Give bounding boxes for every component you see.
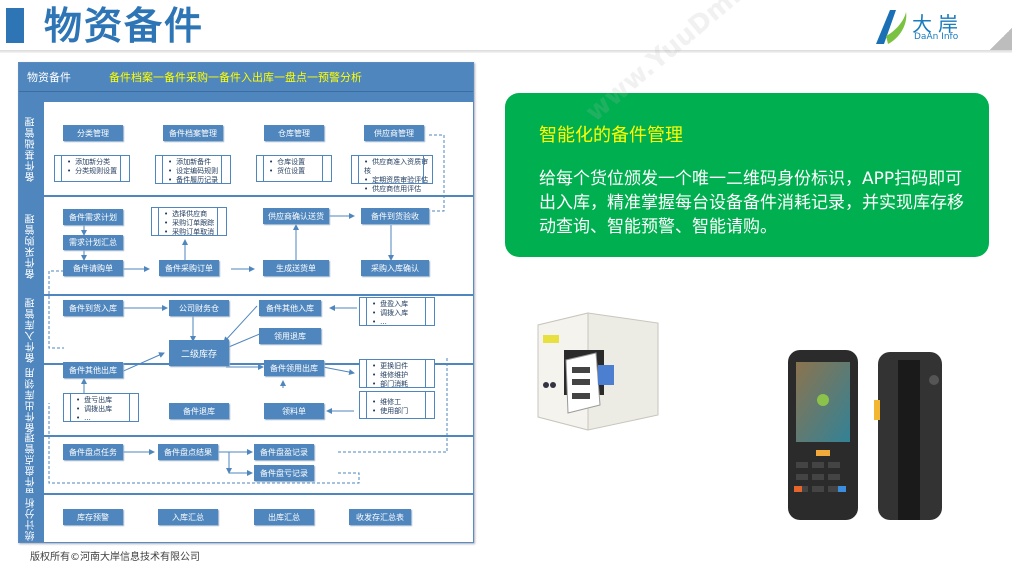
box-arrival-check: 备件到货验收 — [361, 208, 429, 224]
box-surplus-record: 备件盘盈记录 — [254, 444, 314, 460]
box-finance-warehouse: 公司财务仓 — [169, 300, 229, 316]
list-warehouse-tasks: 仓库设置 货位设置 — [256, 155, 332, 182]
list-item: 添加新备件 — [168, 158, 230, 167]
box-loss-record: 备件盘亏记录 — [254, 465, 314, 481]
box-balance-summary: 收发存汇总表 — [349, 509, 411, 525]
handheld-scanner-image — [788, 350, 942, 520]
header-divider — [0, 50, 1012, 53]
list-item: 盘盈入库 — [372, 300, 434, 309]
list-supplier-tasks: 供应商准入资质审核 定期资质审验评估 供应商信用评估 — [351, 155, 433, 193]
box-secondary-stock: 二级库存 — [169, 340, 229, 366]
list-usage-types: 更换旧件 维修维护 部门消耗 — [359, 359, 435, 388]
list-category-tasks: 添加新分类 分类规则设置 — [54, 155, 130, 182]
box-demand-summary: 需求计划汇总 — [63, 235, 123, 250]
list-item: 货位设置 — [269, 167, 331, 176]
label-printer-image — [537, 312, 659, 431]
list-item: 使用部门 — [372, 407, 434, 416]
box-delivery-note: 生成送货单 — [263, 260, 329, 276]
box-demand-plan: 备件需求计划 — [63, 209, 123, 225]
page-title: 物资备件 — [44, 4, 205, 48]
list-item: ... — [76, 414, 138, 423]
list-item: 供应商准入资质审核 — [364, 158, 432, 176]
list-item: 定期资质审验评估 — [364, 176, 432, 185]
list-other-inbound-types: 盘盈入库 调拨入库 ... — [359, 297, 435, 326]
box-requisition-outbound: 备件领用出库 — [264, 360, 324, 376]
list-other-outbound-types: 盘亏出库 调拨出库 ... — [63, 393, 139, 422]
list-requesters: 维修工 使用部门 — [359, 391, 435, 419]
copyright-notice: 版权所有©河南大岸信息技术有限公司 — [30, 552, 200, 563]
box-category-management: 分类管理 — [63, 125, 123, 141]
box-purchase-order: 备件采购订单 — [159, 260, 219, 276]
box-outbound-summary: 出库汇总 — [254, 509, 314, 525]
logo-icon — [876, 10, 907, 44]
list-item: 维修工 — [372, 398, 434, 407]
list-item: 添加新分类 — [67, 158, 129, 167]
page-curl-decoration — [990, 28, 1012, 50]
box-stock-alert: 库存预警 — [63, 509, 123, 525]
title-accent-bar — [6, 8, 24, 43]
list-order-tasks: 选择供应商 采购订单跟踪 采购订单取消 — [151, 207, 227, 236]
list-item: 选择供应商 — [164, 210, 226, 219]
list-item: 调拨出库 — [76, 405, 138, 414]
list-item: 盘亏出库 — [76, 396, 138, 405]
box-other-outbound: 备件其他出库 — [63, 362, 123, 378]
process-diagram: 物资备件 备件档案一备件采购一备件入出库一盘点一预警分析 备件基础管理 备件采购… — [18, 62, 474, 543]
feature-title: 智能化的备件管理 — [539, 125, 683, 146]
feature-panel: 智能化的备件管理 给每个货位颁发一个唯一二维码身份标识，APP扫码即可出入库，精… — [505, 93, 989, 257]
box-return-inbound: 领用退库 — [259, 328, 321, 344]
box-count-result: 备件盘点结果 — [158, 444, 218, 460]
list-item: 分类规则设置 — [67, 167, 129, 176]
box-supplier-confirm: 供应商确认送货 — [263, 208, 329, 224]
list-item: 更换旧件 — [372, 362, 434, 371]
box-archive-management: 备件档案管理 — [163, 125, 223, 141]
box-count-task: 备件盘点任务 — [63, 444, 123, 460]
box-arrival-inbound: 备件到货入库 — [63, 300, 123, 316]
list-item: 维修维护 — [372, 371, 434, 380]
list-item: 供应商信用评估 — [364, 185, 432, 194]
list-item: 仓库设置 — [269, 158, 331, 167]
box-inbound-confirm: 采购入库确认 — [361, 260, 429, 276]
feature-description: 给每个货位颁发一个唯一二维码身份标识，APP扫码即可出入库，精准掌握每台设备备件… — [539, 169, 964, 237]
box-warehouse-management: 仓库管理 — [264, 125, 324, 141]
box-purchase-request: 备件请购单 — [63, 260, 123, 276]
list-item: 部门消耗 — [372, 380, 434, 389]
box-spare-return: 备件退库 — [169, 403, 229, 419]
list-item: 采购订单取消 — [164, 228, 226, 237]
box-requisition-form: 领料单 — [264, 403, 324, 419]
list-archive-tasks: 添加新备件 设定编码规则 备件履历记录 — [155, 155, 231, 184]
box-supplier-management: 供应商管理 — [364, 125, 424, 141]
box-other-inbound: 备件其他入库 — [259, 300, 321, 316]
list-item: 备件履历记录 — [168, 176, 230, 185]
list-item: ... — [372, 318, 434, 327]
list-item: 调拨入库 — [372, 309, 434, 318]
list-item: 设定编码规则 — [168, 167, 230, 176]
box-inbound-summary: 入库汇总 — [158, 509, 218, 525]
list-item: 采购订单跟踪 — [164, 219, 226, 228]
logo-text-en: DaAn Info — [914, 32, 959, 42]
